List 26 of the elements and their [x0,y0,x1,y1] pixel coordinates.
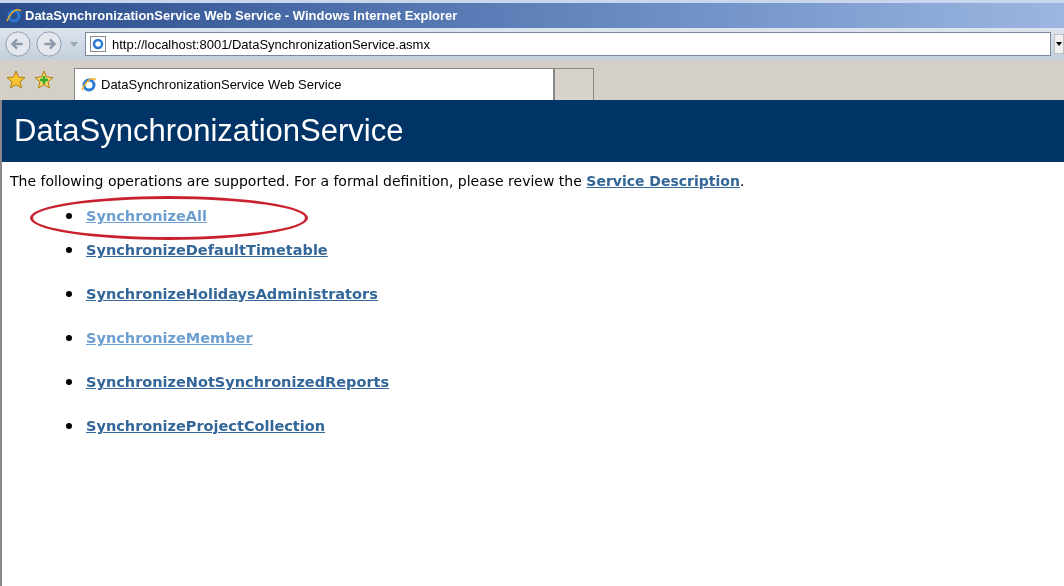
service-description-link[interactable]: Service Description [586,173,740,189]
address-field[interactable]: http://localhost:8001/DataSynchronizationService.asmx [85,32,1051,56]
page-heading: DataSynchronizationService [14,113,404,149]
bullet-icon [66,247,72,253]
intro-text: The following operations are supported. For a formal definition, please review the Service Description. [10,172,746,191]
browser-logo-icon [6,7,22,24]
new-tab-button[interactable] [554,68,594,100]
bullet-icon [66,379,72,385]
browser-logo-icon [81,76,97,93]
bullet-icon [66,213,72,219]
operation-link[interactable]: SynchronizeHolidaysAdministrators [86,286,378,302]
window-title: DataSynchronizationService Web Service - Windows Internet Explorer [25,8,458,23]
bullet-icon [66,291,72,297]
forward-button[interactable] [35,30,63,58]
dropdown-caret-icon[interactable] [70,41,78,47]
page-icon [90,36,106,52]
browser-tab[interactable]: DataSynchronizationService Web Service [74,68,554,100]
bullet-icon [66,423,72,429]
address-dropdown-button[interactable] [1054,34,1064,54]
operation-link[interactable]: SynchronizeNotSynchronizedReports [86,374,390,390]
operation-link[interactable]: SynchronizeDefaultTimetable [86,242,328,258]
star-icon[interactable] [6,70,26,90]
add-favorite-icon[interactable] [34,70,54,90]
operation-link[interactable]: SynchronizeProjectCollection [86,418,326,434]
bullet-icon [66,335,72,341]
back-button[interactable] [4,30,32,58]
